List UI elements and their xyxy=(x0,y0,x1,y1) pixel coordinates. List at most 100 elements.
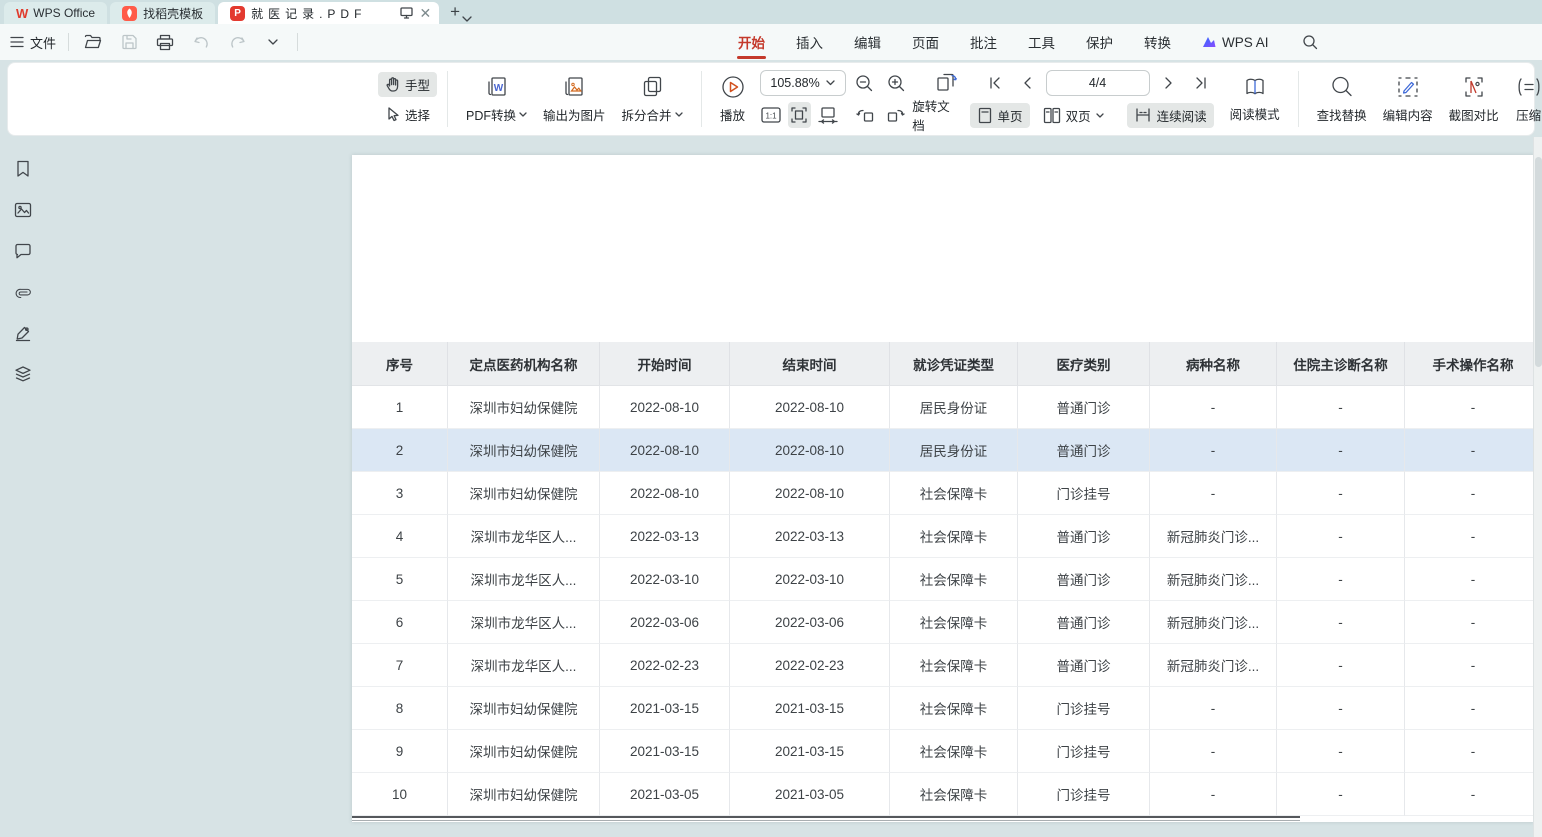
pdf-page[interactable]: 序号定点医药机构名称开始时间结束时间就诊凭证类型医疗类别病种名称住院主诊断名称手… xyxy=(352,155,1534,822)
fit-width-button[interactable] xyxy=(788,102,811,128)
new-tab-button[interactable]: + xyxy=(450,2,460,22)
edit-content-label: 编辑内容 xyxy=(1383,105,1433,124)
table-row: 7深圳市龙华区人...2022-02-232022-02-23社会保障卡普通门诊… xyxy=(352,644,1534,687)
previous-page-button[interactable] xyxy=(1014,70,1040,96)
edit-content-button[interactable]: 编辑内容 xyxy=(1375,72,1441,126)
split-merge-button[interactable]: 拆分合并 xyxy=(614,72,691,126)
export-image-button[interactable]: 输出为图片 xyxy=(535,72,614,126)
double-page-label: 双页 xyxy=(1066,106,1091,125)
tab-list-chevron-icon[interactable] xyxy=(462,16,472,22)
last-page-button[interactable] xyxy=(1188,70,1214,96)
tab-convert[interactable]: 转换 xyxy=(1143,24,1172,60)
zoom-level-dropdown[interactable]: 105.88% xyxy=(760,70,846,96)
table-cell: 社会保障卡 xyxy=(890,601,1018,644)
print-icon[interactable] xyxy=(153,30,177,54)
tab-docer-templates[interactable]: 找稻壳模板 xyxy=(110,2,215,24)
tab-insert[interactable]: 插入 xyxy=(795,24,824,60)
compress-button[interactable]: 压缩 xyxy=(1507,72,1542,126)
table-cell: 居民身份证 xyxy=(890,429,1018,472)
table-cell: 2022-08-10 xyxy=(600,386,730,429)
tab-comment[interactable]: 批注 xyxy=(969,24,998,60)
tab-home[interactable]: 开始 xyxy=(737,24,766,60)
thumbnail-panel-icon[interactable] xyxy=(13,200,33,220)
first-page-button[interactable] xyxy=(982,70,1008,96)
table-cell: 社会保障卡 xyxy=(890,644,1018,687)
comment-panel-icon[interactable] xyxy=(13,241,33,261)
tab-document-active[interactable]: P 就医记录.PDF ✕ xyxy=(218,2,439,24)
screenshot-compare-button[interactable]: 截图对比 xyxy=(1441,72,1507,126)
document-workspace: 序号定点医药机构名称开始时间结束时间就诊凭证类型医疗类别病种名称住院主诊断名称手… xyxy=(0,137,1542,837)
play-button[interactable]: 播放 xyxy=(712,72,754,126)
zoom-in-button[interactable] xyxy=(884,70,910,96)
column-header: 开始时间 xyxy=(600,342,730,386)
records-table: 序号定点医药机构名称开始时间结束时间就诊凭证类型医疗类别病种名称住院主诊断名称手… xyxy=(352,342,1534,816)
menu-search-icon[interactable] xyxy=(1298,30,1322,54)
tab-wps-office[interactable]: W WPS Office xyxy=(4,2,107,24)
read-mode-button[interactable]: 阅读模式 xyxy=(1222,73,1288,125)
column-header: 定点医药机构名称 xyxy=(448,342,600,386)
bookmark-panel-icon[interactable] xyxy=(13,159,33,179)
tab-page[interactable]: 页面 xyxy=(911,24,940,60)
layers-panel-icon[interactable] xyxy=(13,364,33,384)
save-icon[interactable] xyxy=(117,30,141,54)
table-cell: 2022-03-06 xyxy=(600,601,730,644)
ribbon-tabs: 开始 插入 编辑 页面 批注 工具 保护 转换 WPS AI xyxy=(737,24,1322,60)
table-row: 6深圳市龙华区人...2022-03-062022-03-06社会保障卡普通门诊… xyxy=(352,601,1534,644)
undo-icon[interactable] xyxy=(189,30,213,54)
tab-edit[interactable]: 编辑 xyxy=(853,24,882,60)
table-row: 9深圳市妇幼保健院2021-03-152021-03-15社会保障卡门诊挂号--… xyxy=(352,730,1534,773)
table-cell: 6 xyxy=(352,601,448,644)
double-page-button[interactable]: 双页 xyxy=(1036,103,1111,128)
present-window-icon[interactable] xyxy=(400,7,413,19)
attachment-panel-icon[interactable] xyxy=(13,282,33,302)
compress-icon xyxy=(1515,74,1542,100)
table-cell: 1 xyxy=(352,386,448,429)
open-file-icon[interactable] xyxy=(81,30,105,54)
table-cell: - xyxy=(1405,558,1534,601)
hand-tool-button[interactable]: 手型 xyxy=(378,72,437,97)
vertical-scrollbar[interactable] xyxy=(1533,137,1542,837)
file-menu-button[interactable]: 文件 xyxy=(10,33,56,52)
cursor-icon xyxy=(385,106,400,122)
table-cell: - xyxy=(1150,730,1277,773)
fit-page-button[interactable] xyxy=(817,102,840,128)
chevron-down-icon xyxy=(826,80,835,86)
tab-tools[interactable]: 工具 xyxy=(1027,24,1056,60)
find-replace-button[interactable]: 查找替换 xyxy=(1309,72,1375,126)
zoom-out-button[interactable] xyxy=(852,70,878,96)
table-cell: - xyxy=(1405,773,1534,816)
table-cell: 2022-03-10 xyxy=(730,558,890,601)
quick-access-chevron-icon[interactable] xyxy=(261,30,285,54)
menubar-separator xyxy=(297,33,298,51)
table-cell: 深圳市龙华区人... xyxy=(448,515,600,558)
play-icon xyxy=(720,74,746,100)
single-page-button[interactable]: 单页 xyxy=(970,103,1030,128)
table-cell: 4 xyxy=(352,515,448,558)
rotate-left-button[interactable] xyxy=(855,102,878,128)
table-cell: - xyxy=(1277,773,1405,816)
table-cell: 普通门诊 xyxy=(1018,515,1150,558)
signature-panel-icon[interactable] xyxy=(13,323,33,343)
rotate-right-button[interactable] xyxy=(884,102,907,128)
table-cell: 普通门诊 xyxy=(1018,429,1150,472)
scrollbar-thumb[interactable] xyxy=(1535,157,1542,367)
table-cell: 2022-03-13 xyxy=(730,515,890,558)
table-cell: - xyxy=(1150,429,1277,472)
close-tab-icon[interactable]: ✕ xyxy=(419,5,431,22)
table-row: 10深圳市妇幼保健院2021-03-052021-03-05社会保障卡门诊挂号-… xyxy=(352,773,1534,816)
actual-size-button[interactable]: 1:1 xyxy=(760,102,783,128)
select-tool-button[interactable]: 选择 xyxy=(378,102,437,127)
column-header: 手术操作名称 xyxy=(1405,342,1534,386)
table-cell: 2022-02-23 xyxy=(600,644,730,687)
rotate-document-label[interactable]: 旋转文档 xyxy=(912,96,955,134)
page-indicator-input[interactable]: 4/4 xyxy=(1046,70,1150,96)
table-cell: - xyxy=(1405,515,1534,558)
table-cell: 2021-03-15 xyxy=(600,730,730,773)
continuous-reading-button[interactable]: 连续阅读 xyxy=(1127,103,1214,128)
wps-ai-button[interactable]: WPS AI xyxy=(1201,35,1269,50)
redo-icon[interactable] xyxy=(225,30,249,54)
pdf-convert-button[interactable]: W PDF转换 xyxy=(458,72,535,126)
rotate-pages-icon[interactable] xyxy=(934,70,960,96)
next-page-button[interactable] xyxy=(1156,70,1182,96)
tab-protect[interactable]: 保护 xyxy=(1085,24,1114,60)
